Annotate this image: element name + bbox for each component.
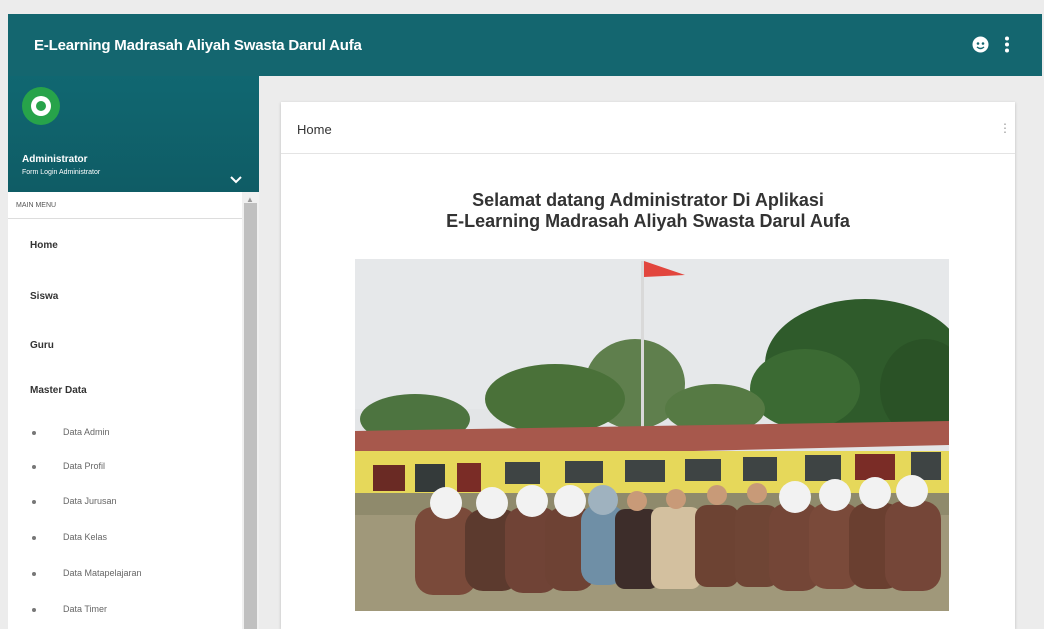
sidebar-item-home[interactable]: Home: [30, 240, 58, 251]
bullet-icon: [32, 608, 36, 612]
app-title: E-Learning Madrasah Aliyah Swasta Darul …: [34, 37, 362, 54]
user-subtitle: Form Login Administrator: [22, 169, 101, 176]
menu-header-label: MAIN MENU: [16, 202, 57, 209]
bullet-icon: [32, 572, 36, 576]
school-logo-icon: [22, 87, 60, 125]
sidebar: Administrator Form Login Administrator M…: [8, 76, 259, 629]
sidebar-item-siswa[interactable]: Siswa: [30, 291, 58, 302]
subitem-label: Data Kelas: [63, 532, 108, 542]
group-photo: [355, 259, 949, 611]
user-name: Administrator: [22, 154, 88, 165]
more-vert-icon[interactable]: ⋮: [999, 121, 1011, 135]
welcome-line-2: E-Learning Madrasah Aliyah Swasta Darul …: [446, 211, 850, 231]
welcome-line-1: Selamat datang Administrator Di Aplikasi: [472, 190, 824, 210]
card-header: Home ⋮: [281, 102, 1015, 154]
page-title: Home: [297, 122, 332, 137]
subitem-label: Data Timer: [63, 604, 108, 614]
scroll-thumb[interactable]: [244, 203, 257, 629]
menu-header: MAIN MENU: [8, 192, 242, 219]
sidebar-scrollbar[interactable]: ▲: [242, 192, 259, 629]
account-icon[interactable]: [972, 36, 989, 58]
subitem-label: Data Jurusan: [63, 496, 117, 506]
chevron-down-icon[interactable]: [230, 172, 242, 187]
bullet-icon: [32, 465, 36, 469]
welcome-heading: Selamat datang Administrator Di Aplikasi…: [281, 190, 1015, 232]
subitem-label: Data Profil: [63, 461, 106, 471]
user-info-panel: Administrator Form Login Administrator: [8, 76, 259, 192]
top-app-bar: E-Learning Madrasah Aliyah Swasta Darul …: [8, 14, 1042, 76]
more-vert-icon[interactable]: [1004, 36, 1010, 58]
bullet-icon: [32, 536, 36, 540]
content-card: Home ⋮ Selamat datang Administrator Di A…: [281, 102, 1015, 629]
subitem-label: Data Admin: [63, 427, 110, 437]
sidebar-item-master-data[interactable]: Master Data: [30, 385, 87, 396]
sidebar-item-guru[interactable]: Guru: [30, 340, 54, 351]
bullet-icon: [32, 431, 36, 435]
bullet-icon: [32, 500, 36, 504]
subitem-label: Data Matapelajaran: [63, 568, 142, 578]
